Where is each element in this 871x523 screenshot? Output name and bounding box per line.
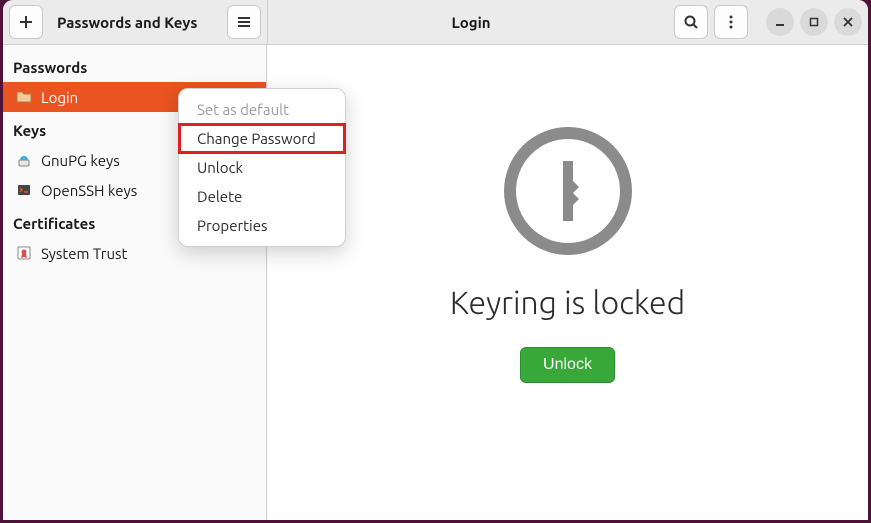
search-button[interactable] — [674, 5, 708, 39]
add-button[interactable] — [9, 5, 43, 39]
sidebar-item-label: GnuPG keys — [41, 152, 120, 169]
body: Passwords Login Keys GnuPG keys OpenSSH … — [3, 45, 868, 520]
menu-item-unlock[interactable]: Unlock — [179, 153, 345, 182]
minimize-button[interactable] — [766, 8, 794, 36]
maximize-button[interactable] — [800, 8, 828, 36]
close-button[interactable] — [834, 8, 862, 36]
unlock-button[interactable]: Unlock — [520, 347, 615, 383]
content-pane: Keyring is locked Unlock — [267, 45, 868, 520]
sidebar-item-label: OpenSSH keys — [41, 182, 137, 199]
folder-icon — [15, 88, 33, 106]
openssh-icon — [15, 181, 33, 199]
sidebar-item-label: System Trust — [41, 245, 127, 262]
search-icon — [683, 14, 699, 30]
titlebar-right: Login — [267, 0, 868, 44]
titlebar: Passwords and Keys Login — [3, 0, 868, 45]
certificate-icon — [15, 244, 33, 262]
kebab-button[interactable] — [714, 5, 748, 39]
titlebar-left: Passwords and Keys — [3, 0, 267, 44]
window: Passwords and Keys Login — [3, 0, 868, 520]
plus-icon — [18, 14, 34, 30]
sidebar-item-label: Login — [41, 89, 78, 106]
menu-item-delete[interactable]: Delete — [179, 182, 345, 211]
context-title: Login — [274, 14, 668, 31]
kebab-icon — [723, 14, 739, 30]
lock-illustration — [503, 126, 633, 259]
app-title: Passwords and Keys — [57, 14, 221, 31]
menu-item-properties[interactable]: Properties — [179, 211, 345, 240]
locked-heading: Keyring is locked — [450, 285, 685, 321]
minimize-icon — [774, 16, 786, 28]
hamburger-button[interactable] — [227, 5, 261, 39]
maximize-icon — [808, 16, 820, 28]
context-menu: Set as default Change Password Unlock De… — [178, 88, 346, 247]
gnupg-icon — [15, 151, 33, 169]
section-header-passwords: Passwords — [3, 49, 266, 82]
menu-item-change-password[interactable]: Change Password — [179, 124, 345, 153]
key-lock-icon — [503, 126, 633, 256]
close-icon — [842, 16, 854, 28]
menu-item-set-default: Set as default — [179, 95, 345, 124]
hamburger-icon — [236, 14, 252, 30]
